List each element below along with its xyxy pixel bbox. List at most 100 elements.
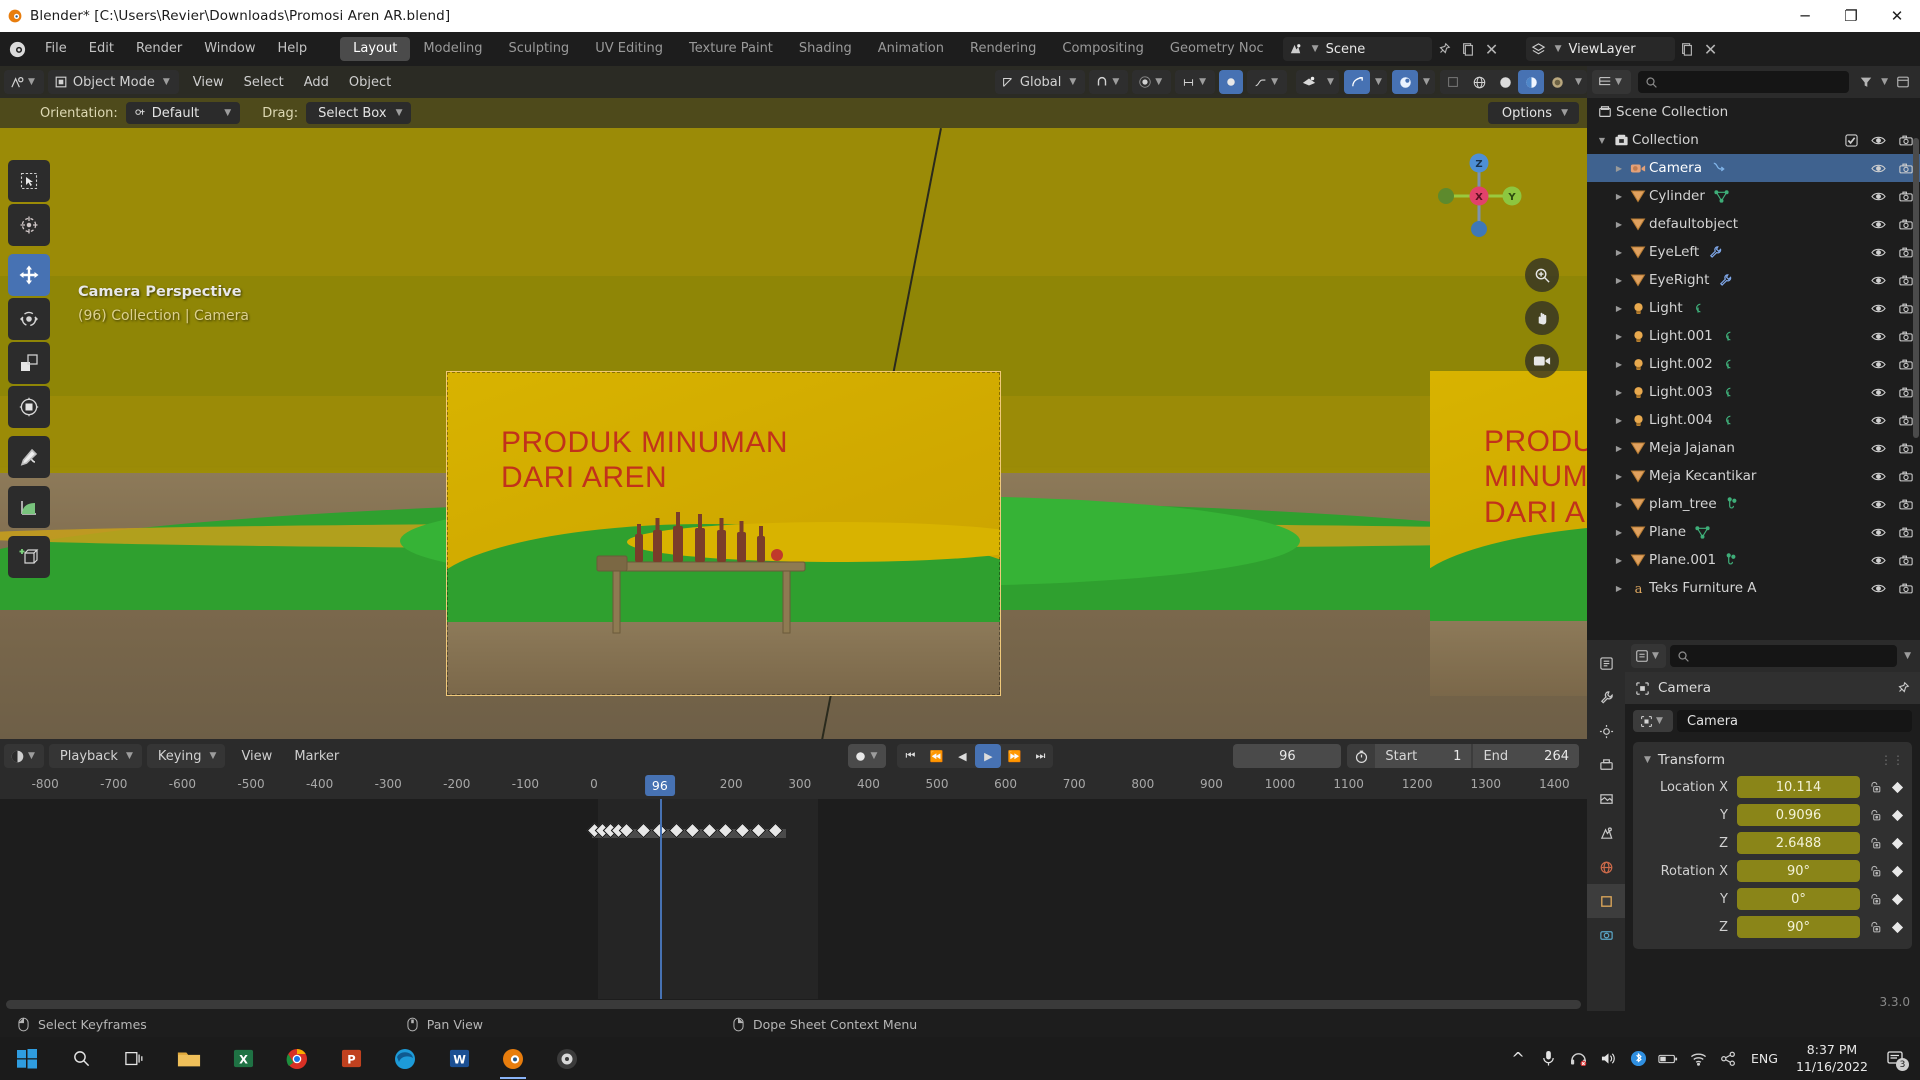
outliner-modifier-modifier-icon[interactable] xyxy=(1718,273,1733,287)
snap-with-button[interactable]: ▼ xyxy=(1175,70,1215,94)
start-frame-field[interactable]: Start 1 xyxy=(1375,744,1471,768)
outliner-item-light-001[interactable]: ▶Light.001 xyxy=(1587,322,1920,350)
scene-selector[interactable]: ▼ Scene xyxy=(1283,37,1432,61)
start-button[interactable] xyxy=(0,1037,54,1080)
outliner-render-camera-icon[interactable] xyxy=(1899,443,1913,454)
tool-tweak-select-box[interactable] xyxy=(8,160,50,202)
viewport-pan-button[interactable] xyxy=(1525,301,1559,335)
toggle-xray-icon[interactable] xyxy=(1392,70,1418,94)
viewport-camera-button[interactable] xyxy=(1525,344,1559,378)
outliner-render-camera-icon[interactable] xyxy=(1899,387,1913,398)
tool-add-cube[interactable] xyxy=(8,536,50,578)
outliner-expand-arrow-icon[interactable]: ▶ xyxy=(1611,164,1627,173)
end-frame-field[interactable]: End 264 xyxy=(1473,744,1579,768)
outliner-item-meja-jajanan[interactable]: ▶Meja Jajanan xyxy=(1587,434,1920,462)
transform-panel-header[interactable]: ▼ Transform ⋮⋮ xyxy=(1633,747,1912,773)
current-frame-indicator[interactable]: 96 xyxy=(645,775,675,796)
tool-measure[interactable] xyxy=(8,486,50,528)
properties-editor-type-selector[interactable] xyxy=(1587,646,1625,680)
workspace-tab-modeling[interactable]: Modeling xyxy=(410,37,495,61)
workspace-tab-shading[interactable]: Shading xyxy=(786,37,865,61)
object-mode-selector[interactable]: Object Mode ▼ xyxy=(48,70,179,94)
tab-data[interactable] xyxy=(1587,918,1625,952)
outliner-modifier-lightdata-icon[interactable] xyxy=(1722,329,1735,343)
tab-world[interactable] xyxy=(1587,850,1625,884)
lock-icon[interactable] xyxy=(1868,809,1882,822)
language-indicator[interactable]: ENG xyxy=(1743,1051,1786,1066)
menu-window[interactable]: Window xyxy=(193,37,266,61)
transform-row-value-field[interactable]: 2.6488 xyxy=(1737,832,1860,854)
outliner-item-plane-001[interactable]: ▶Plane.001 xyxy=(1587,546,1920,574)
outliner-search-input[interactable] xyxy=(1638,71,1849,93)
remove-viewlayer-icon[interactable]: ✕ xyxy=(1699,37,1723,61)
outliner-expand-arrow-icon[interactable]: ▶ xyxy=(1611,444,1627,453)
camera-frame-border[interactable]: PRODUK MINUMAN DARI AREN xyxy=(446,371,1001,696)
lock-icon[interactable] xyxy=(1868,781,1882,794)
outliner-expand-arrow-icon[interactable]: ▶ xyxy=(1611,500,1627,509)
outliner-expand-arrow-icon[interactable]: ▶ xyxy=(1611,584,1627,593)
outliner-editor[interactable]: ▼ ▼ Scene Collection ▼ Collection xyxy=(1587,66,1920,640)
outliner-collection-row[interactable]: ▼ Collection xyxy=(1587,126,1920,154)
show-overlays-icon[interactable] xyxy=(1344,70,1370,94)
outliner-hide-eye-icon[interactable] xyxy=(1871,499,1886,510)
outliner-expand-arrow-icon[interactable]: ▶ xyxy=(1611,472,1627,481)
network-share-icon[interactable] xyxy=(1713,1037,1743,1080)
proportional-falloff-button[interactable] xyxy=(1219,70,1243,94)
3d-viewport[interactable]: PRODUK MINUMAN DARI AREN PRODUK MINUMAN … xyxy=(0,128,1587,739)
jump-to-end-button[interactable]: ⏭ xyxy=(1027,744,1053,768)
outliner-render-camera-icon[interactable] xyxy=(1899,471,1913,482)
shading-material-preview-icon[interactable] xyxy=(1518,70,1544,94)
new-scene-icon[interactable] xyxy=(1456,37,1480,61)
tab-tool[interactable] xyxy=(1587,680,1625,714)
keyframe-diamond-icon[interactable] xyxy=(1891,865,1904,878)
show-gizmo-icon[interactable] xyxy=(1296,70,1322,94)
outliner-object-list[interactable]: ▶Camera▶Cylinder▶defaultobject▶EyeLeft▶E… xyxy=(1587,154,1920,602)
viewport-menu-add[interactable]: Add xyxy=(294,75,339,90)
outliner-item-meja-kecantikar[interactable]: ▶Meja Kecantikar xyxy=(1587,462,1920,490)
outliner-expand-arrow-icon[interactable]: ▶ xyxy=(1611,220,1627,229)
workspace-tab-uv-editing[interactable]: UV Editing xyxy=(582,37,676,61)
outliner-render-camera-icon[interactable] xyxy=(1899,275,1913,286)
previous-keyframe-button[interactable]: ⏪ xyxy=(923,744,949,768)
blender-taskbar-icon[interactable] xyxy=(486,1037,540,1080)
transform-row-value-field[interactable]: 0.9096 xyxy=(1737,804,1860,826)
outliner-modifier-lightdata-icon[interactable] xyxy=(1692,301,1705,315)
outliner-scrollbar[interactable] xyxy=(1913,138,1919,438)
close-button[interactable]: ✕ xyxy=(1874,0,1920,32)
auto-keying-toggle[interactable]: ▼ xyxy=(848,744,886,768)
tool-scale[interactable] xyxy=(8,342,50,384)
outliner-expand-arrow-icon[interactable]: ▶ xyxy=(1611,276,1627,285)
proportional-edit-button[interactable]: ▼ xyxy=(1132,70,1171,94)
pin-scene-icon[interactable] xyxy=(1432,37,1456,61)
outliner-tree[interactable]: Scene Collection ▼ Collection ▶Camera▶Cy… xyxy=(1587,98,1920,602)
viewport-menu-view[interactable]: View xyxy=(183,75,234,90)
orientation-dropdown[interactable]: Default ▼ xyxy=(126,102,240,124)
transform-row-value-field[interactable]: 90° xyxy=(1737,860,1860,882)
outliner-expand-arrow-icon[interactable]: ▶ xyxy=(1611,388,1627,397)
transform-row-value-field[interactable]: 90° xyxy=(1737,916,1860,938)
excel-icon[interactable]: X xyxy=(216,1037,270,1080)
outliner-expand-arrow-icon[interactable]: ▶ xyxy=(1611,248,1627,257)
viewport-zoom-button[interactable] xyxy=(1525,258,1559,292)
next-keyframe-button[interactable]: ⏩ xyxy=(1001,744,1027,768)
volume-icon[interactable] xyxy=(1593,1037,1623,1080)
outliner-hide-eye-icon[interactable] xyxy=(1871,555,1886,566)
edge-icon[interactable] xyxy=(378,1037,432,1080)
outliner-item-light-003[interactable]: ▶Light.003 xyxy=(1587,378,1920,406)
outliner-hide-eye-icon[interactable] xyxy=(1871,387,1886,398)
outliner-filter-chevron-down-icon[interactable]: ▼ xyxy=(1878,77,1891,87)
gizmo-chevron-down-icon[interactable]: ▼ xyxy=(1322,70,1339,94)
tool-cursor[interactable] xyxy=(8,204,50,246)
wifi-icon[interactable] xyxy=(1683,1037,1713,1080)
battery-icon[interactable] xyxy=(1653,1037,1683,1080)
outliner-hide-eye-icon[interactable] xyxy=(1871,219,1886,230)
properties-pin-icon[interactable] xyxy=(1896,681,1910,695)
menu-help[interactable]: Help xyxy=(267,37,319,61)
shading-chevron-down-icon[interactable]: ▼ xyxy=(1570,70,1587,94)
transform-row-value-field[interactable]: 10.114 xyxy=(1737,776,1860,798)
task-view-icon[interactable] xyxy=(108,1037,162,1080)
maximize-button[interactable]: ❐ xyxy=(1828,0,1874,32)
show-hidden-icons-chevron-up-icon[interactable]: ^ xyxy=(1503,1037,1533,1080)
outliner-item-plam-tree[interactable]: ▶plam_tree xyxy=(1587,490,1920,518)
taskbar-clock[interactable]: 8:37 PM 11/16/2022 xyxy=(1786,1042,1878,1076)
